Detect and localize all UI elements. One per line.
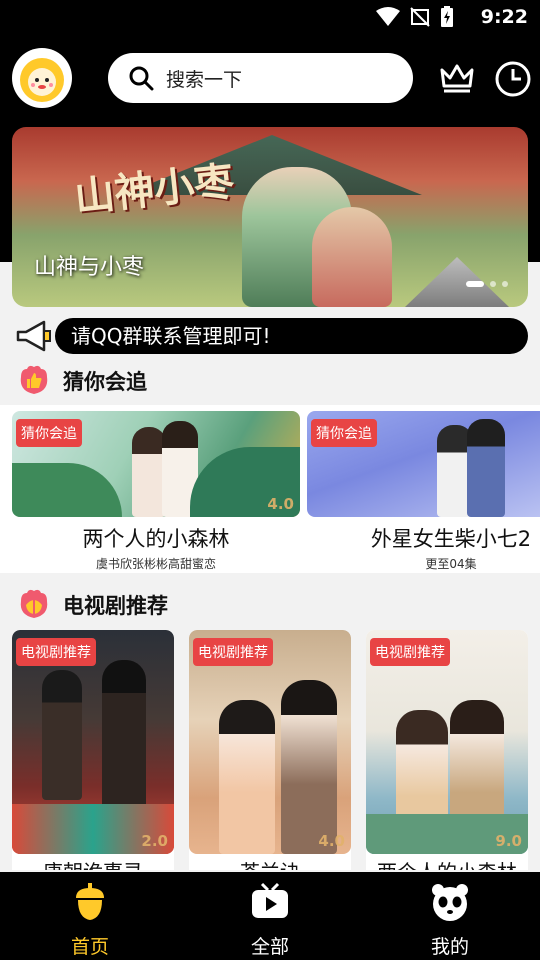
rec-card-subtitle: 更至04集 — [425, 557, 477, 571]
tv-card-score: 2.0 — [141, 832, 168, 850]
rec-card[interactable]: 猜你会追 外星女生柴小七2 更至04集 — [307, 411, 540, 572]
search-bar[interactable]: 搜索一下 — [108, 53, 413, 103]
poster-figure-art — [42, 670, 82, 800]
tv-card-title: 唐朝诡事录 — [12, 856, 174, 870]
poster-figure-art — [467, 419, 505, 517]
crown-icon[interactable] — [438, 60, 476, 98]
poster-figure-art — [219, 700, 275, 854]
nav-item-all[interactable]: 全部 — [210, 882, 330, 959]
header: 搜索一下 — [0, 46, 540, 110]
tv-card[interactable]: 电视剧推荐 9.0 两个人的小森林 — [366, 630, 528, 870]
notice-bar: 请QQ群联系管理即可! — [12, 316, 528, 356]
section-header-guess: 猜你会追 — [0, 358, 540, 402]
status-bar: 9:22 — [0, 0, 540, 36]
search-placeholder: 搜索一下 — [166, 68, 243, 91]
banner-carousel[interactable]: 山神小枣 山神与小枣 — [12, 127, 528, 307]
rec-card[interactable]: 猜你会追 4.0 两个人的小森林 虞书欣张彬彬高甜蜜恋 — [12, 411, 300, 572]
carousel-dot-active — [466, 281, 484, 287]
tv-card-poster: 电视剧推荐 2.0 — [12, 630, 174, 854]
rec-card-poster: 猜你会追 4.0 — [12, 411, 300, 517]
tomato-icon — [20, 589, 48, 618]
carousel-dots — [466, 281, 508, 287]
tv-card-poster: 电视剧推荐 9.0 — [366, 630, 528, 854]
notice-text: 请QQ群联系管理即可! — [55, 318, 528, 354]
tv-card[interactable]: 电视剧推荐 4.0 苍兰诀 — [189, 630, 351, 870]
poster-figure-art — [281, 680, 337, 854]
rec-card-score: 4.0 — [267, 495, 294, 513]
tv-play-icon — [252, 882, 288, 918]
section-title-tv: 电视剧推荐 — [63, 594, 168, 618]
nav-label-mine: 我的 — [430, 936, 469, 958]
megaphone-icon — [16, 320, 51, 352]
tv-recommend-row: 电视剧推荐 2.0 唐朝诡事录 电视剧推荐 4.0 苍兰诀 电视剧推荐 9.0 … — [0, 630, 540, 870]
tv-card-title: 苍兰诀 — [189, 856, 351, 870]
banner-title: 山神与小枣 — [34, 255, 145, 280]
rec-card-tag: 猜你会追 — [16, 419, 82, 447]
wifi-icon — [376, 7, 400, 26]
panda-icon — [432, 884, 468, 921]
tv-card-tag: 电视剧推荐 — [370, 638, 450, 666]
nav-item-mine[interactable]: 我的 — [390, 882, 510, 959]
nav-item-home[interactable]: 首页 — [30, 882, 150, 959]
carousel-dot — [502, 281, 508, 287]
poster-leaf-art — [12, 463, 122, 517]
tv-card-title: 两个人的小森林 — [366, 856, 528, 870]
recommend-row: 猜你会追 4.0 两个人的小森林 虞书欣张彬彬高甜蜜恋 猜你会追 外星女生柴小七… — [0, 405, 540, 573]
tv-card-tag: 电视剧推荐 — [16, 638, 96, 666]
section-title-guess: 猜你会追 — [63, 370, 147, 394]
rec-card-subtitle: 虞书欣张彬彬高甜蜜恋 — [95, 557, 216, 571]
tv-card-score: 9.0 — [495, 832, 522, 850]
poster-figure-art — [132, 427, 166, 517]
section-header-tv: 电视剧推荐 — [0, 582, 540, 626]
nav-label-home: 首页 — [70, 936, 109, 958]
acorn-icon — [76, 883, 104, 920]
status-time: 9:22 — [480, 6, 528, 28]
tv-card-poster: 电视剧推荐 4.0 — [189, 630, 351, 854]
bottom-nav: 首页 全部 我的 — [0, 872, 540, 960]
banner-figure-art — [312, 207, 392, 307]
battery-charging-icon — [441, 6, 453, 27]
status-icons — [376, 6, 454, 28]
poster-figure-art — [102, 660, 146, 810]
rec-card-poster: 猜你会追 — [307, 411, 540, 517]
avatar[interactable] — [12, 48, 72, 108]
nav-label-all: 全部 — [250, 936, 289, 958]
carousel-dot — [490, 281, 496, 287]
tv-card-tag: 电视剧推荐 — [193, 638, 273, 666]
signal-off-icon — [410, 7, 430, 27]
history-clock-icon[interactable] — [494, 60, 532, 98]
search-icon — [129, 66, 154, 91]
thumbs-up-icon — [20, 365, 48, 394]
tv-card[interactable]: 电视剧推荐 2.0 唐朝诡事录 — [12, 630, 174, 870]
rec-card-tag: 猜你会追 — [311, 419, 377, 447]
lion-mascot-icon — [20, 58, 64, 102]
tv-card-score: 4.0 — [318, 832, 345, 850]
banner-logo: 山神小枣 — [72, 157, 237, 222]
rec-card-title: 两个人的小森林 — [82, 527, 230, 551]
rec-card-title: 外星女生柴小七2 — [370, 527, 532, 551]
